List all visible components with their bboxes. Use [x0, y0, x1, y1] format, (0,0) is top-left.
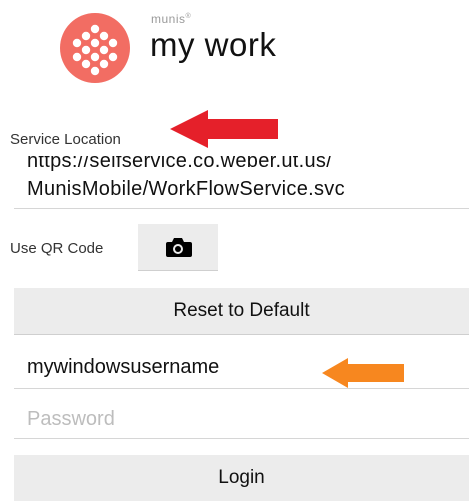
password-field[interactable]: Password: [14, 400, 469, 439]
password-placeholder: Password: [27, 408, 115, 430]
qr-code-label: Use QR Code: [10, 240, 104, 257]
service-url-line-1: https://selfservice.co.weber.ut.us/: [27, 156, 333, 172]
service-location-label: Service Location: [10, 131, 121, 148]
orange-arrow-annotation-icon: [322, 358, 404, 388]
camera-icon: [166, 238, 192, 257]
reset-to-default-button[interactable]: Reset to Default: [14, 288, 469, 335]
login-button[interactable]: Login: [14, 455, 469, 501]
service-url-line-2: MunisMobile/WorkFlowService.svc: [27, 178, 345, 200]
munis-logo-icon: [60, 13, 130, 83]
service-location-field[interactable]: https://selfservice.co.weber.ut.us/ Muni…: [14, 156, 469, 209]
brand-name-text: munis: [151, 12, 186, 26]
app-title: my work: [150, 26, 277, 63]
username-value: mywindowsusername: [27, 356, 220, 378]
qr-code-camera-button[interactable]: [138, 224, 218, 271]
trademark-symbol: ®: [185, 13, 192, 20]
red-arrow-annotation-icon: [170, 110, 278, 148]
brand-name: munis®: [151, 12, 191, 26]
